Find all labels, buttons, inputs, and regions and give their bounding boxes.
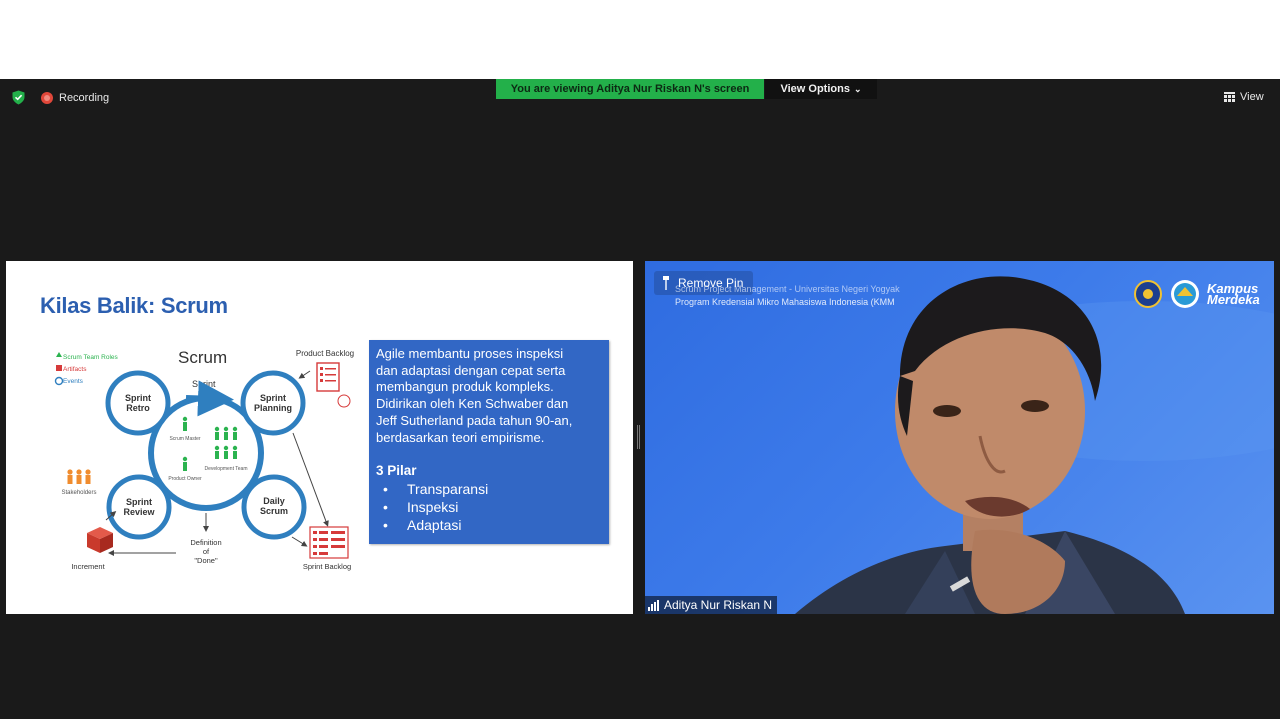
sprint-planning-label-1: Sprint [260,393,286,403]
legend-artifacts: Artifacts [63,366,87,373]
legend-events: Events [63,378,84,385]
pillar-item: • Transparansi [383,480,489,497]
participant-video-image [795,276,1274,614]
role-development-team: Development Team [205,466,248,472]
stakeholders-label: Stakeholders [61,490,96,496]
view-label: View [1240,91,1264,103]
role-scrum-master: Scrum Master [169,436,200,442]
view-button[interactable]: View [1224,89,1264,105]
participant-name: Aditya Nur Riskan N [664,598,773,612]
shared-screen-slide[interactable]: Kilas Balik: Scrum Scrum Team Roles Arti… [6,261,633,614]
chevron-down-icon: ⌄ [853,83,862,94]
sprint-backlog-icon [309,526,349,559]
pilar-title: 3 Pilar [376,463,417,479]
increment-cube-icon [87,527,113,553]
agile-line-5: Jeff Sutherland pada tahun 90-an, [376,412,573,428]
events-legend-icon [54,376,64,386]
role-product-owner: Product Owner [168,476,202,482]
diagram-legend: Scrum Team Roles Artifacts Events [54,352,119,386]
daily-scrum-label-2: Scrum [260,506,288,516]
sprint-backlog-label: Sprint Backlog [303,562,351,571]
viewing-screen-banner: You are viewing Aditya Nur Riskan N's sc… [496,79,764,99]
recording-icon [41,92,53,104]
stakeholders-icon [67,469,91,484]
university-logo-icon [1134,280,1162,308]
daily-scrum-label-1: Daily [263,496,285,506]
sprint-retro-label-1: Sprint [125,393,151,403]
recording-indicator[interactable]: Recording [41,90,109,106]
sprint-review-label-2: Review [123,507,155,517]
artifacts-legend-icon [56,365,62,371]
pin-icon [663,276,669,290]
view-options-button[interactable]: View Options ⌄ [765,79,877,99]
scrum-diagram: Scrum Team Roles Artifacts Events Scrum … [54,348,354,571]
legend-roles: Scrum Team Roles [63,354,119,361]
kampus-merdeka-logo: Kampus Merdeka [1207,281,1260,307]
connection-signal-icon [648,599,659,611]
pillars-list: • Transparansi • Inspeksi • Adaptasi [376,480,602,534]
top-white-margin [0,0,1280,79]
participant-video-tile[interactable]: Remove Pin Scrum Project Management - Un… [645,261,1274,614]
agile-textbox: Agile membantu proses inspeksi dan adapt… [369,340,609,544]
participant-name-tag: Aditya Nur Riskan N [645,596,778,614]
roles-legend-icon [56,352,62,357]
pillar-item: • Inspeksi [383,498,459,515]
product-owner-icon [182,456,188,471]
definition-done-line2: of [203,547,210,556]
pillar-item: • Adaptasi [383,516,462,533]
institution-logos: Kampus Merdeka [1133,279,1260,309]
sprint-label: Sprint [192,379,216,389]
agile-line-3: membangun produk kompleks. [376,379,554,395]
definition-done-line1: Definition [190,538,221,547]
sprint-review-label-1: Sprint [126,497,152,507]
grid-view-icon [1224,92,1235,102]
definition-done-line3: "Done" [194,556,218,565]
diagram-heading: Scrum [178,348,227,367]
recording-label: Recording [59,92,110,104]
meeting-window: Recording You are viewing Aditya Nur Ris… [0,79,1280,719]
slide-title: Kilas Balik: Scrum [40,293,228,318]
agile-line-6: berdasarkan teori empirisme. [376,429,545,445]
product-backlog-icon [316,362,351,408]
product-backlog-label: Product Backlog [296,349,354,358]
video-overlay-line-1: Scrum Project Management - Universitas N… [675,284,900,294]
agile-line-1: Agile membantu proses inspeksi [376,346,564,361]
increment-label: Increment [71,562,105,571]
sprint-planning-label-2: Planning [254,403,292,413]
split-resize-handle[interactable] [637,425,640,449]
kemendikbud-logo-icon [1171,280,1199,308]
security-shield-icon[interactable] [11,90,26,105]
agile-line-2: dan adaptasi dengan cepat serta [376,362,566,378]
scrum-master-icon [182,416,188,431]
agile-line-4: Didirikan oleh Ken Schwaber dan [376,396,569,412]
video-overlay-line-2: Program Kredensial Mikro Mahasiswa Indon… [675,297,895,307]
view-options-label: View Options [780,83,850,95]
development-team-icon [214,426,238,459]
sprint-retro-label-2: Retro [126,403,150,413]
